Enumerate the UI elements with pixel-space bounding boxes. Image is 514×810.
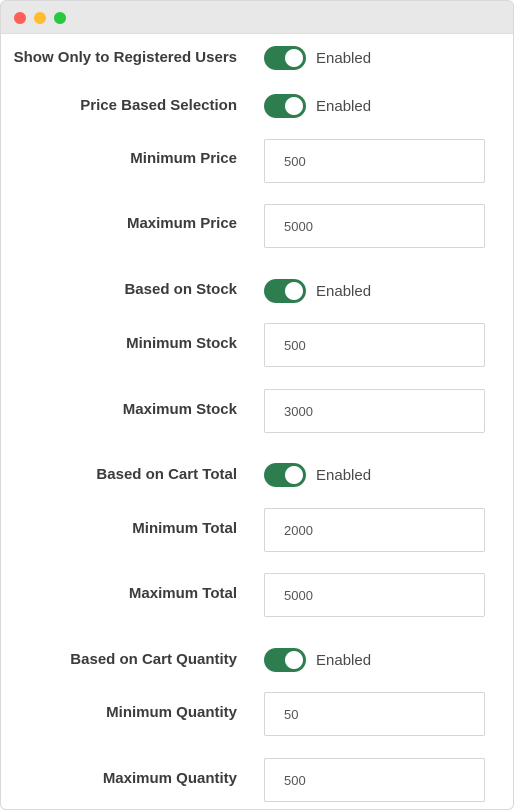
registered-only-label: Show Only to Registered Users [13, 49, 237, 66]
min-stock-field [264, 323, 485, 367]
stock-based-toggle[interactable] [264, 279, 306, 303]
close-window-dot[interactable] [14, 12, 26, 24]
max-qty-field [264, 758, 485, 802]
cart-total-based-status: Enabled [316, 467, 372, 484]
min-stock-label: Minimum Stock [126, 335, 237, 352]
min-qty-field [264, 692, 485, 736]
stock-based-label: Based on Stock [124, 281, 237, 298]
toggle-knob [285, 651, 303, 669]
max-qty-input[interactable] [265, 759, 479, 801]
max-qty-label: Maximum Quantity [102, 770, 237, 787]
toggle-knob [285, 49, 303, 67]
stock-based-status: Enabled [316, 283, 372, 300]
maximize-window-dot[interactable] [54, 12, 66, 24]
registered-only-status: Enabled [316, 50, 372, 67]
cart-qty-based-toggle[interactable] [264, 648, 306, 672]
title-bar [1, 1, 513, 34]
cart-total-based-toggle[interactable] [264, 463, 306, 487]
price-based-toggle[interactable] [264, 94, 306, 118]
price-based-label: Price Based Selection [80, 97, 237, 114]
max-price-field [264, 204, 485, 248]
min-total-field [264, 508, 485, 552]
min-price-field [264, 139, 485, 183]
min-total-label: Minimum Total [132, 520, 237, 537]
price-based-status: Enabled [316, 98, 372, 115]
cart-qty-based-label: Based on Cart Quantity [70, 651, 237, 668]
max-stock-field [264, 389, 485, 433]
max-price-label: Maximum Price [126, 215, 237, 232]
min-stock-input[interactable] [265, 324, 479, 366]
max-price-input[interactable] [265, 205, 479, 247]
registered-only-toggle[interactable] [264, 46, 306, 70]
min-total-input[interactable] [265, 509, 479, 551]
cart-total-based-label: Based on Cart Total [96, 466, 237, 483]
cart-qty-based-status: Enabled [316, 652, 372, 669]
min-price-input[interactable] [265, 140, 479, 182]
min-qty-label: Minimum Quantity [106, 704, 237, 721]
max-total-field [264, 573, 485, 617]
minimize-window-dot[interactable] [34, 12, 46, 24]
max-stock-input[interactable] [265, 390, 479, 432]
toggle-knob [285, 282, 303, 300]
max-total-input[interactable] [265, 574, 479, 616]
settings-window: Show Only to Registered Users Enabled Pr… [0, 0, 514, 810]
min-price-label: Minimum Price [130, 150, 237, 167]
min-qty-input[interactable] [265, 693, 479, 735]
max-stock-label: Maximum Stock [122, 401, 237, 418]
toggle-knob [285, 466, 303, 484]
toggle-knob [285, 97, 303, 115]
max-total-label: Maximum Total [128, 585, 237, 602]
